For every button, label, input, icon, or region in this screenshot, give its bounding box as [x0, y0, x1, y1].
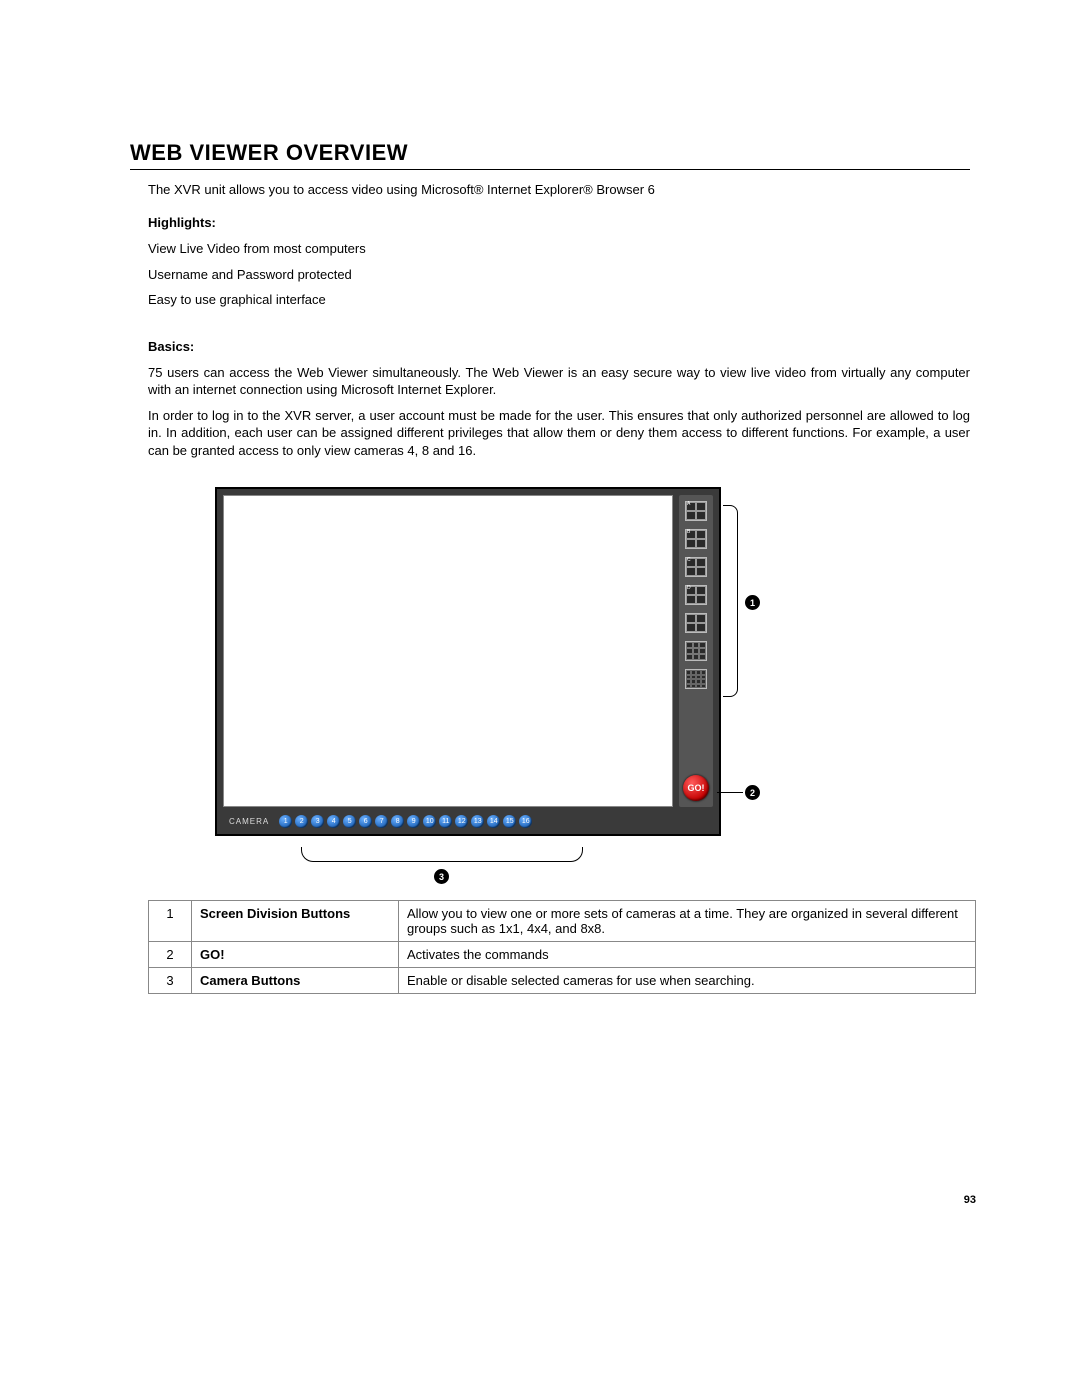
highlight-item: View Live Video from most computers: [148, 240, 970, 258]
camera-button[interactable]: 3: [311, 815, 324, 828]
camera-button[interactable]: 12: [455, 815, 468, 828]
legend-desc: Enable or disable selected cameras for u…: [399, 968, 976, 994]
division-button-2x2[interactable]: [685, 613, 707, 633]
division-button-a[interactable]: A: [685, 501, 707, 521]
intro-text: The XVR unit allows you to access video …: [148, 182, 970, 197]
legend-desc: Activates the commands: [399, 942, 976, 968]
camera-button[interactable]: 11: [439, 815, 452, 828]
app-window: A B C D GO! CAMERA 1 2 3 4 5: [215, 487, 721, 836]
basics-paragraph: In order to log in to the XVR server, a …: [148, 407, 970, 460]
camera-button[interactable]: 2: [295, 815, 308, 828]
division-button-3x3[interactable]: [685, 641, 707, 661]
camera-buttons-row: 1 2 3 4 5 6 7 8 9 10 11 12 13 14 15 16: [279, 815, 532, 828]
camera-button[interactable]: 10: [423, 815, 436, 828]
page-number: 93: [130, 1194, 976, 1206]
camera-button[interactable]: 15: [503, 815, 516, 828]
video-display-area: [223, 495, 673, 807]
screen-division-panel: A B C D GO!: [679, 495, 713, 807]
callout-badge-2: 2: [745, 785, 760, 800]
camera-button[interactable]: 4: [327, 815, 340, 828]
camera-button[interactable]: 13: [471, 815, 484, 828]
callout-line-2: [717, 792, 743, 793]
screenshot-figure: A B C D GO! CAMERA 1 2 3 4 5: [215, 487, 775, 836]
go-button[interactable]: GO!: [683, 775, 709, 801]
camera-button[interactable]: 6: [359, 815, 372, 828]
table-row: 2 GO! Activates the commands: [149, 942, 976, 968]
legend-desc: Allow you to view one or more sets of ca…: [399, 901, 976, 942]
legend-label: Camera Buttons: [192, 968, 399, 994]
legend-label: Screen Division Buttons: [192, 901, 399, 942]
legend-num: 2: [149, 942, 192, 968]
division-button-c[interactable]: C: [685, 557, 707, 577]
camera-button[interactable]: 1: [279, 815, 292, 828]
division-button-4x4[interactable]: [685, 669, 707, 689]
basics-paragraph: 75 users can access the Web Viewer simul…: [148, 364, 970, 399]
highlight-item: Username and Password protected: [148, 266, 970, 284]
camera-button[interactable]: 5: [343, 815, 356, 828]
camera-button[interactable]: 9: [407, 815, 420, 828]
camera-button[interactable]: 7: [375, 815, 388, 828]
legend-label: GO!: [192, 942, 399, 968]
highlights-heading: Highlights:: [148, 215, 970, 230]
callout-bracket-1: [723, 505, 738, 697]
camera-bar: CAMERA 1 2 3 4 5 6 7 8 9 10 11 12 13 14 …: [223, 813, 715, 830]
basics-heading: Basics:: [148, 339, 970, 354]
camera-button[interactable]: 16: [519, 815, 532, 828]
legend-num: 1: [149, 901, 192, 942]
legend-table: 1 Screen Division Buttons Allow you to v…: [148, 900, 976, 994]
highlight-item: Easy to use graphical interface: [148, 291, 970, 309]
division-button-b[interactable]: B: [685, 529, 707, 549]
camera-button[interactable]: 14: [487, 815, 500, 828]
legend-num: 3: [149, 968, 192, 994]
camera-bar-label: CAMERA: [229, 817, 269, 826]
camera-button[interactable]: 8: [391, 815, 404, 828]
division-button-d[interactable]: D: [685, 585, 707, 605]
table-row: 1 Screen Division Buttons Allow you to v…: [149, 901, 976, 942]
callout-badge-1: 1: [745, 595, 760, 610]
callout-bracket-3: [301, 847, 583, 862]
page-title: WEB VIEWER OVERVIEW: [130, 140, 970, 170]
table-row: 3 Camera Buttons Enable or disable selec…: [149, 968, 976, 994]
